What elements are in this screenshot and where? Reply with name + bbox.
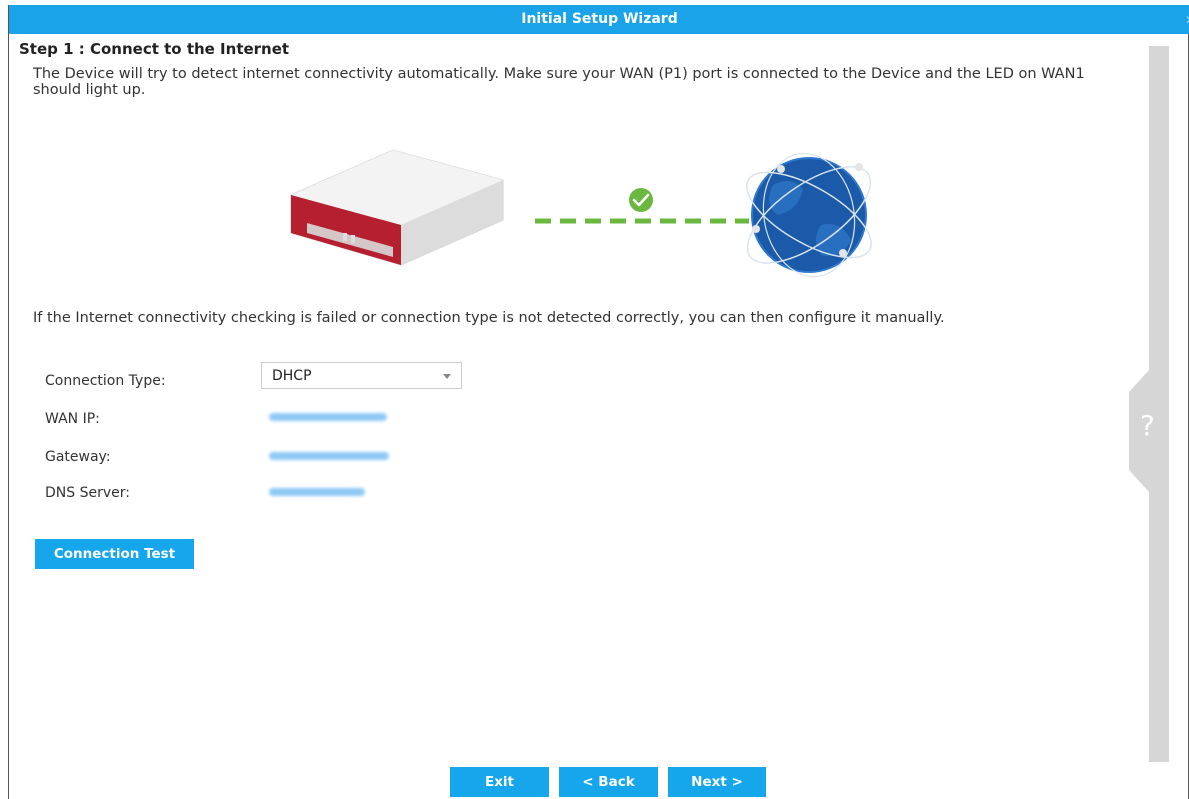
check-icon [629,188,653,212]
manual-note-text: If the Internet connectivity checking is… [33,310,945,326]
connection-test-button[interactable]: Connection Test [35,539,194,569]
window-title: Initial Setup Wizard [521,11,678,27]
gateway-value-redacted [269,452,389,460]
next-button[interactable]: Next > [668,767,766,797]
dns-server-label: DNS Server: [45,485,130,501]
connection-type-value: DHCP [272,368,312,384]
chevron-down-icon [443,374,451,379]
router-device-icon [290,149,504,266]
wizard-window: Initial Setup Wizard ✕ Step 1 : Connect … [8,5,1189,799]
dns-server-value-redacted [269,488,365,496]
wan-ip-label: WAN IP: [45,411,100,427]
wan-ip-value-redacted [269,413,387,421]
help-tab[interactable]: ? [1129,370,1169,492]
title-bar: Initial Setup Wizard ✕ [9,5,1189,34]
help-icon: ? [1140,409,1155,442]
globe-icon [746,152,872,278]
connection-type-select[interactable]: DHCP [261,362,462,389]
connection-type-label: Connection Type: [45,373,166,389]
gateway-label: Gateway: [45,449,111,465]
connection-illustration [290,149,872,278]
intro-text: The Device will try to detect internet c… [33,66,1085,98]
step-title: Step 1 : Connect to the Internet [19,40,290,58]
back-button[interactable]: < Back [559,767,658,797]
close-icon[interactable]: ✕ [1184,13,1189,27]
exit-button[interactable]: Exit [450,767,549,797]
